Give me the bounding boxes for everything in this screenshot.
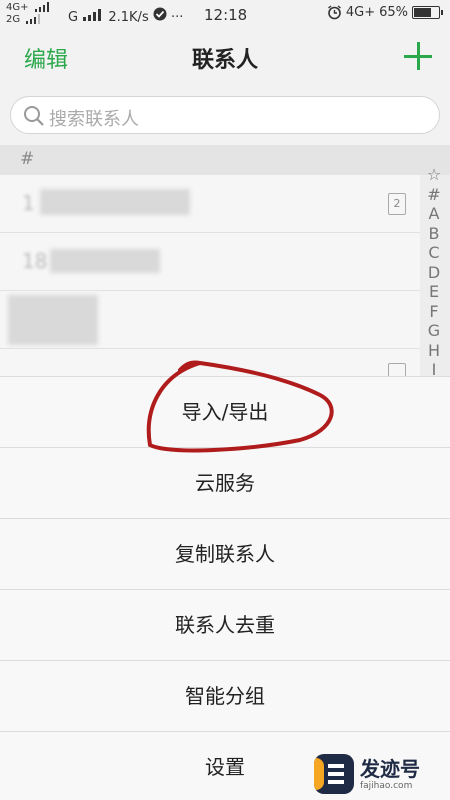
battery-fill [414,8,431,17]
logo-icon [314,754,354,794]
alphabet-index[interactable]: ☆ # A B C D E F G H I [422,165,446,380]
check-circle-icon [153,7,167,21]
section-label: # [20,149,35,169]
battery-percent: 65% [379,5,408,20]
list-item[interactable] [0,291,420,349]
battery-icon [412,6,443,19]
sim-card-icon: 2 [388,193,406,215]
redacted-text [40,189,190,215]
search-bar: 搜索联系人 [0,85,450,145]
list-item[interactable]: 1 2 [0,175,420,233]
section-header: # [0,145,450,175]
redacted-text [8,295,98,345]
logo-text: 发迹号 fajihao.com [360,757,420,791]
search-input[interactable]: 搜索联系人 [10,96,440,134]
menu-item-import-export[interactable]: 导入/导出 [0,376,450,447]
edit-button[interactable]: 编辑 [24,42,68,74]
network-type-right: 4G+ [345,5,376,20]
contact-name: 18 [22,249,48,273]
watermark-logo: 发迹号 fajihao.com [314,752,442,796]
alphabet-index-letter[interactable]: # [422,185,446,205]
menu-item-smart-group[interactable]: 智能分组 [0,660,450,731]
app-header: 编辑 联系人 [0,30,450,85]
status-right: 4G+ 65% [327,5,443,20]
redacted-text [50,249,160,273]
signal-icon [34,2,49,12]
network-type-bottom: 2G [6,14,21,25]
menu-item-cloud-service[interactable]: 云服务 [0,447,450,518]
network-type-top: 4G+ [6,2,29,13]
alphabet-index-letter[interactable]: E [422,282,446,302]
status-bar: 4G+ 2G G 2.1K/s ··· 12:18 4G+ 65% [0,0,450,30]
signal-icon [83,9,102,21]
alphabet-index-letter[interactable]: C [422,243,446,263]
alphabet-index-letter[interactable]: ☆ [422,165,446,185]
network-indicator: 4G+ 2G [6,2,52,26]
search-placeholder: 搜索联系人 [49,109,139,130]
signal-icon [26,14,41,24]
plus-icon[interactable] [402,40,434,72]
action-sheet: 导入/导出 云服务 复制联系人 联系人去重 智能分组 设置 [0,376,450,800]
more-icon: ··· [171,10,184,25]
search-icon [24,106,44,126]
list-item[interactable]: 18 [0,233,420,291]
secondary-network: G 2.1K/s ··· [68,7,183,25]
alphabet-index-letter[interactable]: B [422,224,446,244]
clock: 12:18 [204,6,248,24]
alphabet-index-letter[interactable]: D [422,263,446,283]
alphabet-index-letter[interactable]: H [422,341,446,361]
alarm-icon [327,5,341,20]
contact-list: 1 2 18 [0,175,420,385]
network-speed: 2.1K/s [108,10,149,25]
alphabet-index-letter[interactable]: A [422,204,446,224]
menu-item-copy-contacts[interactable]: 复制联系人 [0,518,450,589]
alphabet-index-letter[interactable]: F [422,302,446,322]
contact-name: 1 [22,191,35,215]
alphabet-index-letter[interactable]: G [422,321,446,341]
menu-item-deduplicate[interactable]: 联系人去重 [0,589,450,660]
